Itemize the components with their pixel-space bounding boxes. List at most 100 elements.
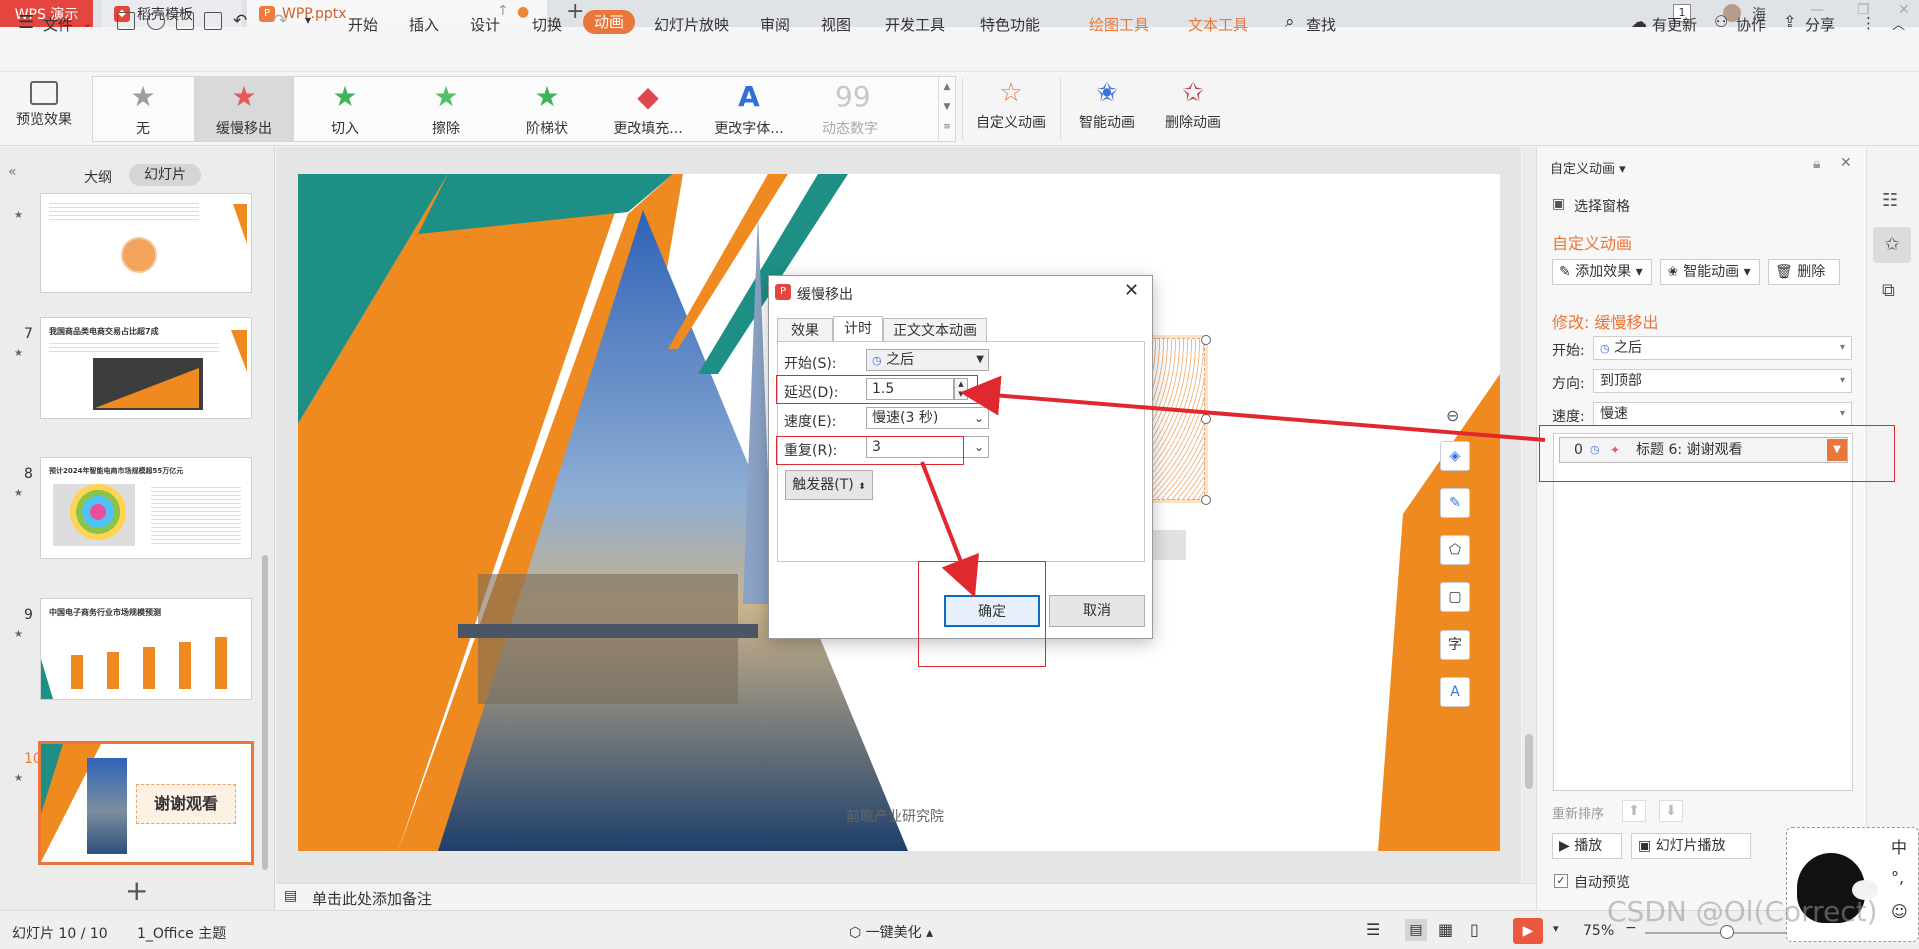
notes-bar[interactable]: ▤ 单击此处添加备注 <box>276 883 1536 910</box>
effect-none[interactable]: ★ 无 <box>93 77 193 141</box>
direction-select[interactable]: 到顶部 ▾ <box>1593 369 1852 393</box>
smart-animation-button[interactable]: ✬ 智能动画 <box>1066 78 1148 132</box>
effect-change-font[interactable]: A 更改字体... <box>699 77 799 141</box>
more-vert-icon[interactable]: ⋮ <box>1861 14 1876 32</box>
update-link[interactable]: 有更新 <box>1652 14 1697 35</box>
thumbnail-slide-9[interactable]: 中国电子商务行业市场规模预测 <box>40 598 252 700</box>
menu-file[interactable]: 文件 <box>43 14 73 35</box>
thumbnail-slide-7[interactable]: 我国商品类电商交易占比超7成 <box>40 317 252 419</box>
trigger-button[interactable]: 触发器(T) ⬍ <box>785 470 873 500</box>
canvas-scrollbar[interactable] <box>1522 147 1536 910</box>
menu-developer[interactable]: 开发工具 <box>885 14 945 35</box>
delete-animation-button[interactable]: ✩ 删除动画 <box>1152 78 1234 132</box>
move-up-icon[interactable]: ⬆ <box>1622 800 1646 822</box>
undo-icon[interactable]: ↶ <box>233 11 247 31</box>
fill-icon[interactable]: ⬠ <box>1440 535 1470 565</box>
beautify-button[interactable]: ⬡ 一键美化 ▴ <box>849 922 933 942</box>
thumbnail-slide-6[interactable] <box>40 193 252 293</box>
normal-view-icon[interactable]: ▤ <box>1405 919 1427 941</box>
unsaved-dot-icon[interactable]: ● <box>517 4 529 20</box>
speed-select[interactable]: 慢速 ▾ <box>1593 402 1852 426</box>
thumbnail-slide-10[interactable]: 谢谢观看 <box>38 741 254 865</box>
slideshow-button[interactable]: ▣ 幻灯片播放 <box>1631 833 1751 859</box>
menu-search[interactable]: 查找 <box>1306 14 1336 35</box>
preview-effect-button[interactable]: 预览效果 <box>10 78 78 129</box>
resize-handle[interactable] <box>1201 495 1211 505</box>
menu-slideshow[interactable]: 幻灯片放映 <box>654 14 729 35</box>
resize-handle[interactable] <box>1201 414 1211 424</box>
effect-stairs[interactable]: ★ 阶梯状 <box>497 77 597 141</box>
share-link[interactable]: 分享 <box>1805 14 1835 35</box>
print-icon[interactable] <box>176 12 194 30</box>
reading-view-icon[interactable]: ▯ <box>1470 920 1479 939</box>
auto-preview-checkbox[interactable]: ✓ <box>1554 874 1568 888</box>
menu-animation[interactable]: 动画 <box>583 10 635 34</box>
transition-pane-icon[interactable]: ⧉ <box>1882 280 1895 301</box>
hamburger-icon[interactable]: ☰ <box>18 12 34 33</box>
move-down-icon[interactable]: ⬇ <box>1659 800 1683 822</box>
play-slideshow-icon[interactable]: ▶ <box>1513 918 1543 944</box>
more-icon[interactable]: ▾ <box>305 13 311 27</box>
export-icon[interactable] <box>147 12 165 30</box>
effect-cut-in[interactable]: ★ 切入 <box>295 77 395 141</box>
smart-animation-pane-button[interactable]: ✬ 智能动画 ▾ <box>1660 259 1760 285</box>
tab-effect[interactable]: 效果 <box>777 318 833 342</box>
text-effect-icon[interactable]: A <box>1440 677 1470 707</box>
effect-wipe[interactable]: ★ 擦除 <box>396 77 496 141</box>
save-icon[interactable] <box>117 12 135 30</box>
tab-slides[interactable]: 幻灯片 <box>129 164 201 186</box>
new-tab-icon[interactable]: + <box>566 0 584 24</box>
tab-text-animation[interactable]: 正文文本动画 <box>883 318 987 342</box>
menu-drawing-tools[interactable]: 绘图工具 <box>1089 14 1149 35</box>
print-preview-icon[interactable] <box>204 12 222 30</box>
effect-change-fill[interactable]: ◆ 更改填充... <box>598 77 698 141</box>
start-select[interactable]: ◷ 之后 ▼ <box>866 349 989 371</box>
tab-timing[interactable]: 计时 <box>833 316 883 342</box>
lock-icon[interactable]: 🔒︎ <box>1813 156 1820 172</box>
notes-toggle-icon[interactable]: ☰ <box>1366 920 1380 939</box>
custom-animation-button[interactable]: ☆ 自定义动画 <box>970 78 1052 132</box>
animation-pane-icon[interactable]: ✩ <box>1873 227 1911 263</box>
play-button[interactable]: ▶ 播放 <box>1552 833 1622 859</box>
effect-dynamic-number[interactable]: 99 动态数字 <box>800 77 900 141</box>
tab-outline[interactable]: 大纲 <box>84 167 112 187</box>
brush-icon[interactable]: ✎ <box>1440 488 1470 518</box>
text-format-icon[interactable]: 字 <box>1440 630 1470 660</box>
cancel-button[interactable]: 取消 <box>1049 595 1145 627</box>
menu-review[interactable]: 审阅 <box>760 14 790 35</box>
menu-text-tools[interactable]: 文本工具 <box>1188 14 1248 35</box>
redo-icon[interactable]: ↷ <box>273 11 287 31</box>
speed-select[interactable]: 慢速(3 秒) ⌄ <box>866 407 989 429</box>
menu-view[interactable]: 视图 <box>821 14 851 35</box>
menu-features[interactable]: 特色功能 <box>980 14 1040 35</box>
add-slide-button[interactable]: + <box>125 874 148 907</box>
menu-transition[interactable]: 切换 <box>532 14 562 35</box>
thumbnail-slide-8[interactable]: 预计2024年智能电商市场规模超55万亿元 <box>40 457 252 559</box>
menu-start[interactable]: 开始 <box>348 14 378 35</box>
menu-insert[interactable]: 插入 <box>409 14 439 35</box>
chevron-down-icon[interactable]: ▾ <box>1553 922 1559 935</box>
menu-design[interactable]: 设计 <box>470 14 500 35</box>
outline-icon[interactable]: ▢ <box>1440 582 1470 612</box>
chevron-down-icon[interactable]: ⌄ <box>83 17 92 30</box>
properties-icon[interactable]: ☷ <box>1882 190 1898 211</box>
close-pane-icon[interactable]: ✕ <box>1840 155 1852 171</box>
delete-effect-button[interactable]: 🗑︎ 删除 <box>1768 259 1840 285</box>
select-pane-icon: ▣ <box>1552 196 1566 212</box>
sorter-view-icon[interactable]: ▦ <box>1438 920 1453 939</box>
close-icon[interactable]: ✕ <box>1124 280 1139 301</box>
effect-slow-out[interactable]: ★ 缓慢移出 <box>194 77 294 141</box>
collapse-panel-icon[interactable]: « <box>8 164 17 180</box>
select-pane-link[interactable]: 选择窗格 <box>1574 196 1630 216</box>
zoom-out-icon[interactable]: ⊖ <box>1446 406 1459 425</box>
add-effect-button[interactable]: ✎ 添加效果 ▾ <box>1552 259 1652 285</box>
start-select[interactable]: ◷ 之后 ▾ <box>1593 336 1852 360</box>
search-icon[interactable]: ⌕ <box>1285 12 1295 32</box>
slide-panel-scrollbar[interactable] <box>262 555 268 870</box>
resize-handle[interactable] <box>1201 335 1211 345</box>
layers-icon[interactable]: ◈ <box>1440 441 1470 471</box>
collapse-ribbon-icon[interactable]: ︿ <box>1892 14 1905 33</box>
collaborate-link[interactable]: 协作 <box>1736 14 1766 35</box>
gallery-scroll[interactable]: ▲ ▼ ≡ <box>938 77 955 141</box>
pane-header[interactable]: 自定义动画 ▾ <box>1550 158 1626 177</box>
